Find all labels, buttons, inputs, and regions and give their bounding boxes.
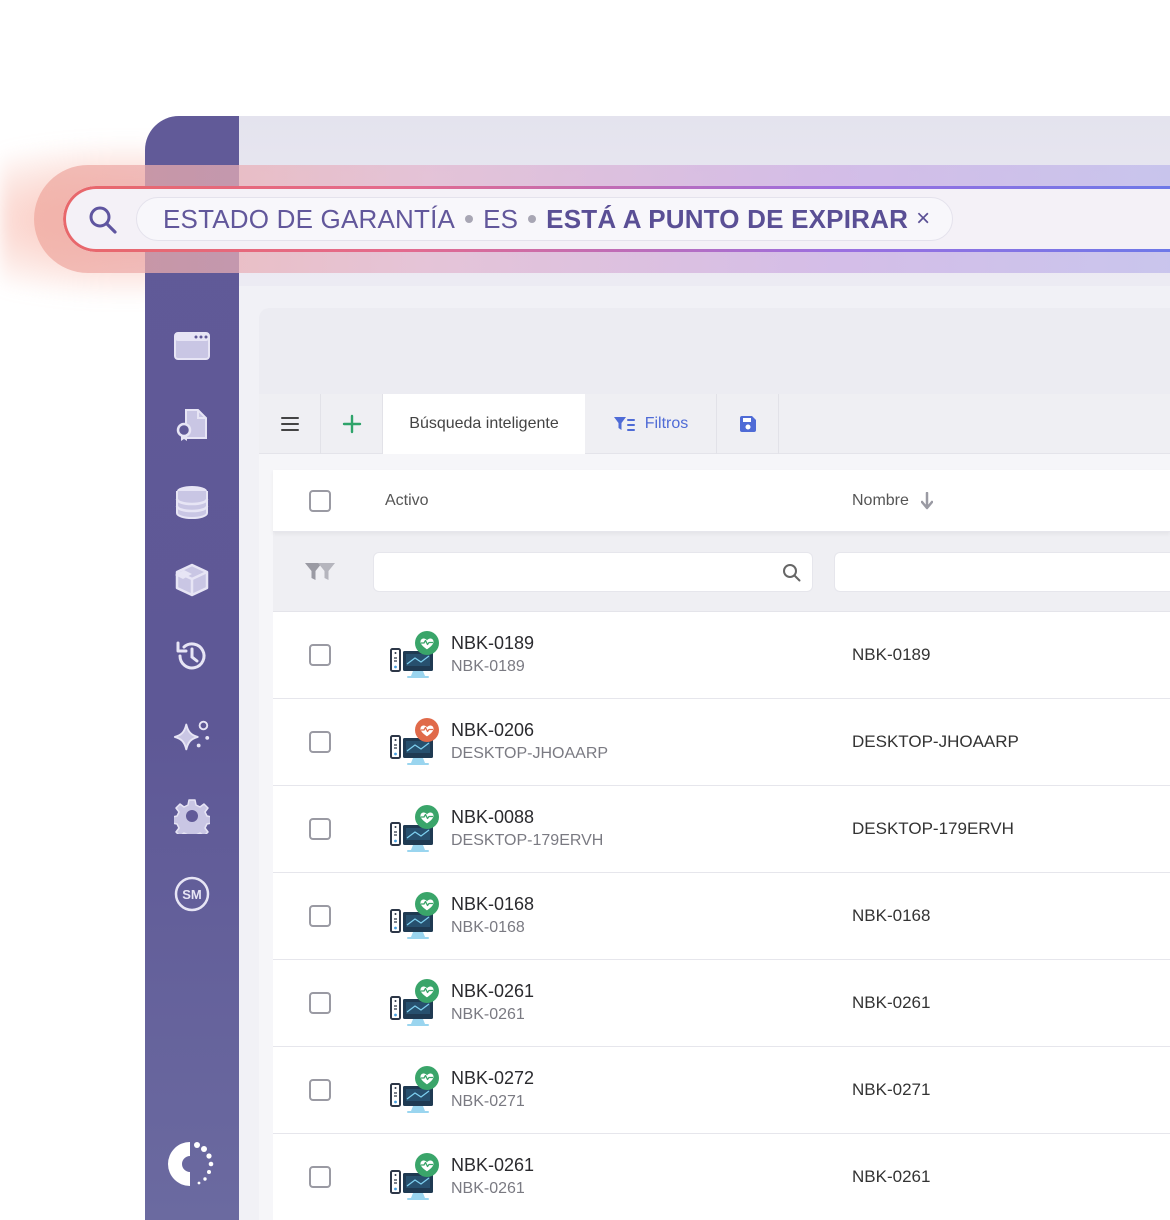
column-filter-row (273, 532, 1170, 612)
row-checkbox[interactable] (309, 992, 331, 1014)
asset-hostname: DESKTOP-179ERVH (451, 832, 604, 849)
activo-filter-input[interactable] (373, 551, 813, 592)
row-checkbox[interactable] (309, 1166, 331, 1188)
computer-health-icon (389, 805, 441, 853)
table-body: NBK-0189 NBK-0189 NBK-0189 NBK-0206 DESK… (273, 612, 1170, 1220)
brand-logo-icon (166, 1138, 218, 1190)
chip-separator-dot (528, 215, 537, 223)
row-checkbox[interactable] (309, 731, 331, 753)
app-window: SM Búsqueda inteligente Filtros Activo N… (145, 116, 1170, 1220)
save-button[interactable] (717, 394, 779, 454)
asset-name[interactable]: NBK-0272 (451, 1067, 534, 1089)
box-icon[interactable] (172, 560, 212, 600)
computer-health-icon (389, 1153, 441, 1201)
chip-separator-dot (465, 215, 474, 223)
table-row[interactable]: NBK-0189 NBK-0189 NBK-0189 (273, 612, 1170, 699)
asset-hostname: NBK-0271 (451, 1093, 525, 1110)
chip-remove-icon[interactable]: × (916, 205, 930, 233)
table-header: Activo Nombre (273, 470, 1170, 532)
filters-button[interactable]: Filtros (585, 394, 717, 454)
history-icon[interactable] (172, 636, 212, 676)
main-content: Búsqueda inteligente Filtros Activo Nomb… (259, 308, 1170, 1220)
svg-text:SM: SM (182, 887, 202, 902)
asset-hostname: NBK-0189 (451, 658, 525, 675)
sort-down-arrow-icon[interactable] (920, 491, 933, 510)
computer-health-icon (389, 979, 441, 1027)
asset-nombre: NBK-0261 (852, 1167, 931, 1186)
row-checkbox[interactable] (309, 1079, 331, 1101)
asset-name[interactable]: NBK-0088 (451, 806, 603, 828)
asset-nombre: NBK-0271 (852, 1080, 931, 1099)
search-icon (783, 563, 801, 581)
clear-filters-icon[interactable] (304, 561, 336, 583)
asset-name[interactable]: NBK-0189 (451, 632, 534, 654)
asset-hostname: DESKTOP-JHOAARP (451, 745, 609, 762)
chip-field: ESTADO DE GARANTÍA (163, 203, 456, 234)
table-row[interactable]: NBK-0206 DESKTOP-JHOAARP DESKTOP-JHOAARP (273, 699, 1170, 786)
table-row[interactable]: NBK-0272 NBK-0271 NBK-0271 (273, 1047, 1170, 1134)
asset-name[interactable]: NBK-0261 (451, 1154, 534, 1176)
gear-icon[interactable] (172, 796, 212, 836)
smart-search-bar[interactable]: ESTADO DE GARANTÍA ES ESTÁ A PUNTO DE EX… (63, 186, 1170, 252)
chip-value: ESTÁ A PUNTO DE EXPIRAR (546, 203, 909, 234)
row-checkbox[interactable] (309, 905, 331, 927)
sparkles-icon[interactable] (172, 716, 212, 756)
computer-health-icon (389, 892, 441, 940)
asset-hostname: NBK-0261 (451, 1180, 525, 1197)
sm-badge-icon[interactable]: SM (172, 874, 212, 914)
plus-icon (342, 414, 361, 434)
menu-button[interactable] (259, 394, 321, 454)
column-header-activo[interactable]: Activo (385, 492, 429, 509)
table-row[interactable]: NBK-0261 NBK-0261 NBK-0261 (273, 1134, 1170, 1220)
asset-hostname: NBK-0168 (451, 919, 525, 936)
search-filter-chip[interactable]: ESTADO DE GARANTÍA ES ESTÁ A PUNTO DE EX… (136, 197, 954, 241)
chip-operator: ES (483, 203, 519, 234)
smart-search-label: Búsqueda inteligente (409, 415, 559, 432)
select-all-checkbox[interactable] (309, 489, 331, 512)
database-icon[interactable] (172, 482, 212, 522)
sidebar: SM (145, 116, 239, 1220)
assets-table: Activo Nombre NBK-0189 NBK-0189 NBK-0189… (273, 470, 1170, 1220)
table-row[interactable]: NBK-0261 NBK-0261 NBK-0261 (273, 960, 1170, 1047)
asset-nombre: NBK-0189 (852, 645, 931, 664)
floppy-disk-icon (739, 416, 756, 432)
nombre-filter-input[interactable] (834, 551, 1170, 592)
table-row[interactable]: NBK-0168 NBK-0168 NBK-0168 (273, 873, 1170, 960)
computer-health-icon (389, 718, 441, 766)
row-checkbox[interactable] (309, 644, 331, 666)
toolbar: Búsqueda inteligente Filtros (259, 394, 1170, 454)
asset-name[interactable]: NBK-0206 (451, 719, 608, 741)
computer-health-icon (389, 1066, 441, 1114)
asset-nombre: DESKTOP-JHOAARP (852, 732, 1019, 751)
tab-smart-search[interactable]: Búsqueda inteligente (383, 394, 585, 454)
table-row[interactable]: NBK-0088 DESKTOP-179ERVH DESKTOP-179ERVH (273, 786, 1170, 873)
page-header (259, 308, 1170, 394)
search-icon[interactable] (88, 205, 118, 235)
asset-nombre: DESKTOP-179ERVH (852, 819, 1014, 838)
asset-nombre: NBK-0261 (852, 993, 931, 1012)
column-header-nombre[interactable]: Nombre (852, 492, 909, 510)
browser-window-icon[interactable] (172, 326, 212, 366)
hamburger-icon (280, 417, 299, 431)
asset-nombre: NBK-0168 (852, 906, 931, 925)
asset-name[interactable]: NBK-0168 (451, 893, 534, 915)
filters-label: Filtros (644, 415, 689, 432)
add-button[interactable] (321, 394, 383, 454)
asset-hostname: NBK-0261 (451, 1006, 525, 1023)
document-certificate-icon[interactable] (172, 404, 212, 444)
computer-health-icon (389, 631, 441, 679)
filter-list-icon (613, 417, 635, 431)
asset-name[interactable]: NBK-0261 (451, 980, 534, 1002)
row-checkbox[interactable] (309, 818, 331, 840)
